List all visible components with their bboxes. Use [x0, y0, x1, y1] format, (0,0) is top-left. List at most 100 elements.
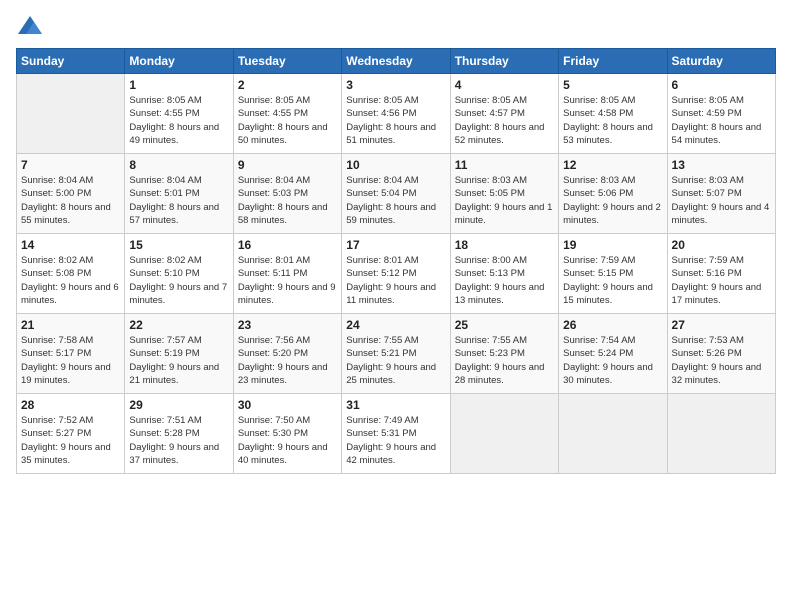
calendar-cell: 11 Sunrise: 8:03 AMSunset: 5:05 PMDaylig… — [450, 154, 558, 234]
day-info: Sunrise: 8:02 AMSunset: 5:08 PMDaylight:… — [21, 254, 120, 307]
day-info: Sunrise: 7:56 AMSunset: 5:20 PMDaylight:… — [238, 334, 337, 387]
day-number: 15 — [129, 238, 228, 252]
weekday-header-wednesday: Wednesday — [342, 49, 450, 74]
day-info: Sunrise: 8:03 AMSunset: 5:07 PMDaylight:… — [672, 174, 771, 227]
day-number: 21 — [21, 318, 120, 332]
day-number: 22 — [129, 318, 228, 332]
day-info: Sunrise: 7:55 AMSunset: 5:21 PMDaylight:… — [346, 334, 445, 387]
day-info: Sunrise: 8:05 AMSunset: 4:55 PMDaylight:… — [129, 94, 228, 147]
day-number: 5 — [563, 78, 662, 92]
day-number: 8 — [129, 158, 228, 172]
day-number: 19 — [563, 238, 662, 252]
day-info: Sunrise: 7:52 AMSunset: 5:27 PMDaylight:… — [21, 414, 120, 467]
logo-icon — [16, 12, 44, 40]
calendar-cell — [17, 74, 125, 154]
day-number: 20 — [672, 238, 771, 252]
calendar-week-5: 28 Sunrise: 7:52 AMSunset: 5:27 PMDaylig… — [17, 394, 776, 474]
day-info: Sunrise: 8:05 AMSunset: 4:56 PMDaylight:… — [346, 94, 445, 147]
header — [16, 12, 776, 40]
day-number: 16 — [238, 238, 337, 252]
weekday-header-row: SundayMondayTuesdayWednesdayThursdayFrid… — [17, 49, 776, 74]
day-number: 25 — [455, 318, 554, 332]
day-number: 18 — [455, 238, 554, 252]
day-number: 6 — [672, 78, 771, 92]
day-info: Sunrise: 8:05 AMSunset: 4:57 PMDaylight:… — [455, 94, 554, 147]
day-number: 9 — [238, 158, 337, 172]
calendar-cell: 19 Sunrise: 7:59 AMSunset: 5:15 PMDaylig… — [559, 234, 667, 314]
calendar-week-1: 1 Sunrise: 8:05 AMSunset: 4:55 PMDayligh… — [17, 74, 776, 154]
calendar-cell: 6 Sunrise: 8:05 AMSunset: 4:59 PMDayligh… — [667, 74, 775, 154]
day-number: 12 — [563, 158, 662, 172]
calendar-cell: 5 Sunrise: 8:05 AMSunset: 4:58 PMDayligh… — [559, 74, 667, 154]
calendar-cell: 29 Sunrise: 7:51 AMSunset: 5:28 PMDaylig… — [125, 394, 233, 474]
day-info: Sunrise: 7:54 AMSunset: 5:24 PMDaylight:… — [563, 334, 662, 387]
day-info: Sunrise: 8:05 AMSunset: 4:55 PMDaylight:… — [238, 94, 337, 147]
day-info: Sunrise: 8:03 AMSunset: 5:06 PMDaylight:… — [563, 174, 662, 227]
day-info: Sunrise: 7:50 AMSunset: 5:30 PMDaylight:… — [238, 414, 337, 467]
day-number: 24 — [346, 318, 445, 332]
day-info: Sunrise: 8:03 AMSunset: 5:05 PMDaylight:… — [455, 174, 554, 227]
calendar-cell: 24 Sunrise: 7:55 AMSunset: 5:21 PMDaylig… — [342, 314, 450, 394]
weekday-header-thursday: Thursday — [450, 49, 558, 74]
calendar-cell: 2 Sunrise: 8:05 AMSunset: 4:55 PMDayligh… — [233, 74, 341, 154]
calendar-cell: 8 Sunrise: 8:04 AMSunset: 5:01 PMDayligh… — [125, 154, 233, 234]
day-number: 1 — [129, 78, 228, 92]
calendar-cell: 18 Sunrise: 8:00 AMSunset: 5:13 PMDaylig… — [450, 234, 558, 314]
calendar-table: SundayMondayTuesdayWednesdayThursdayFrid… — [16, 48, 776, 474]
weekday-header-tuesday: Tuesday — [233, 49, 341, 74]
day-number: 2 — [238, 78, 337, 92]
calendar-cell: 31 Sunrise: 7:49 AMSunset: 5:31 PMDaylig… — [342, 394, 450, 474]
day-number: 17 — [346, 238, 445, 252]
calendar-cell: 10 Sunrise: 8:04 AMSunset: 5:04 PMDaylig… — [342, 154, 450, 234]
weekday-header-friday: Friday — [559, 49, 667, 74]
day-info: Sunrise: 8:01 AMSunset: 5:11 PMDaylight:… — [238, 254, 337, 307]
weekday-header-saturday: Saturday — [667, 49, 775, 74]
weekday-header-monday: Monday — [125, 49, 233, 74]
day-info: Sunrise: 8:00 AMSunset: 5:13 PMDaylight:… — [455, 254, 554, 307]
day-number: 11 — [455, 158, 554, 172]
calendar-cell: 28 Sunrise: 7:52 AMSunset: 5:27 PMDaylig… — [17, 394, 125, 474]
calendar-week-2: 7 Sunrise: 8:04 AMSunset: 5:00 PMDayligh… — [17, 154, 776, 234]
day-info: Sunrise: 8:04 AMSunset: 5:01 PMDaylight:… — [129, 174, 228, 227]
day-info: Sunrise: 7:59 AMSunset: 5:16 PMDaylight:… — [672, 254, 771, 307]
calendar-cell: 17 Sunrise: 8:01 AMSunset: 5:12 PMDaylig… — [342, 234, 450, 314]
calendar-cell — [667, 394, 775, 474]
calendar-cell: 14 Sunrise: 8:02 AMSunset: 5:08 PMDaylig… — [17, 234, 125, 314]
page-container: SundayMondayTuesdayWednesdayThursdayFrid… — [0, 0, 792, 482]
day-info: Sunrise: 7:57 AMSunset: 5:19 PMDaylight:… — [129, 334, 228, 387]
calendar-cell: 20 Sunrise: 7:59 AMSunset: 5:16 PMDaylig… — [667, 234, 775, 314]
calendar-cell — [559, 394, 667, 474]
day-info: Sunrise: 8:05 AMSunset: 4:59 PMDaylight:… — [672, 94, 771, 147]
calendar-cell: 30 Sunrise: 7:50 AMSunset: 5:30 PMDaylig… — [233, 394, 341, 474]
calendar-cell: 1 Sunrise: 8:05 AMSunset: 4:55 PMDayligh… — [125, 74, 233, 154]
day-info: Sunrise: 7:49 AMSunset: 5:31 PMDaylight:… — [346, 414, 445, 467]
calendar-cell: 25 Sunrise: 7:55 AMSunset: 5:23 PMDaylig… — [450, 314, 558, 394]
calendar-cell: 7 Sunrise: 8:04 AMSunset: 5:00 PMDayligh… — [17, 154, 125, 234]
logo — [16, 12, 48, 40]
calendar-cell: 27 Sunrise: 7:53 AMSunset: 5:26 PMDaylig… — [667, 314, 775, 394]
day-info: Sunrise: 7:58 AMSunset: 5:17 PMDaylight:… — [21, 334, 120, 387]
day-number: 26 — [563, 318, 662, 332]
day-info: Sunrise: 8:04 AMSunset: 5:04 PMDaylight:… — [346, 174, 445, 227]
calendar-cell: 4 Sunrise: 8:05 AMSunset: 4:57 PMDayligh… — [450, 74, 558, 154]
day-info: Sunrise: 7:55 AMSunset: 5:23 PMDaylight:… — [455, 334, 554, 387]
day-info: Sunrise: 8:04 AMSunset: 5:03 PMDaylight:… — [238, 174, 337, 227]
calendar-cell: 23 Sunrise: 7:56 AMSunset: 5:20 PMDaylig… — [233, 314, 341, 394]
day-number: 28 — [21, 398, 120, 412]
day-info: Sunrise: 8:04 AMSunset: 5:00 PMDaylight:… — [21, 174, 120, 227]
calendar-week-3: 14 Sunrise: 8:02 AMSunset: 5:08 PMDaylig… — [17, 234, 776, 314]
day-info: Sunrise: 8:02 AMSunset: 5:10 PMDaylight:… — [129, 254, 228, 307]
calendar-cell: 16 Sunrise: 8:01 AMSunset: 5:11 PMDaylig… — [233, 234, 341, 314]
day-number: 7 — [21, 158, 120, 172]
day-number: 13 — [672, 158, 771, 172]
calendar-cell: 9 Sunrise: 8:04 AMSunset: 5:03 PMDayligh… — [233, 154, 341, 234]
day-number: 3 — [346, 78, 445, 92]
day-info: Sunrise: 7:59 AMSunset: 5:15 PMDaylight:… — [563, 254, 662, 307]
calendar-week-4: 21 Sunrise: 7:58 AMSunset: 5:17 PMDaylig… — [17, 314, 776, 394]
calendar-cell: 26 Sunrise: 7:54 AMSunset: 5:24 PMDaylig… — [559, 314, 667, 394]
calendar-cell: 3 Sunrise: 8:05 AMSunset: 4:56 PMDayligh… — [342, 74, 450, 154]
day-info: Sunrise: 8:01 AMSunset: 5:12 PMDaylight:… — [346, 254, 445, 307]
day-info: Sunrise: 8:05 AMSunset: 4:58 PMDaylight:… — [563, 94, 662, 147]
day-number: 10 — [346, 158, 445, 172]
calendar-cell: 21 Sunrise: 7:58 AMSunset: 5:17 PMDaylig… — [17, 314, 125, 394]
